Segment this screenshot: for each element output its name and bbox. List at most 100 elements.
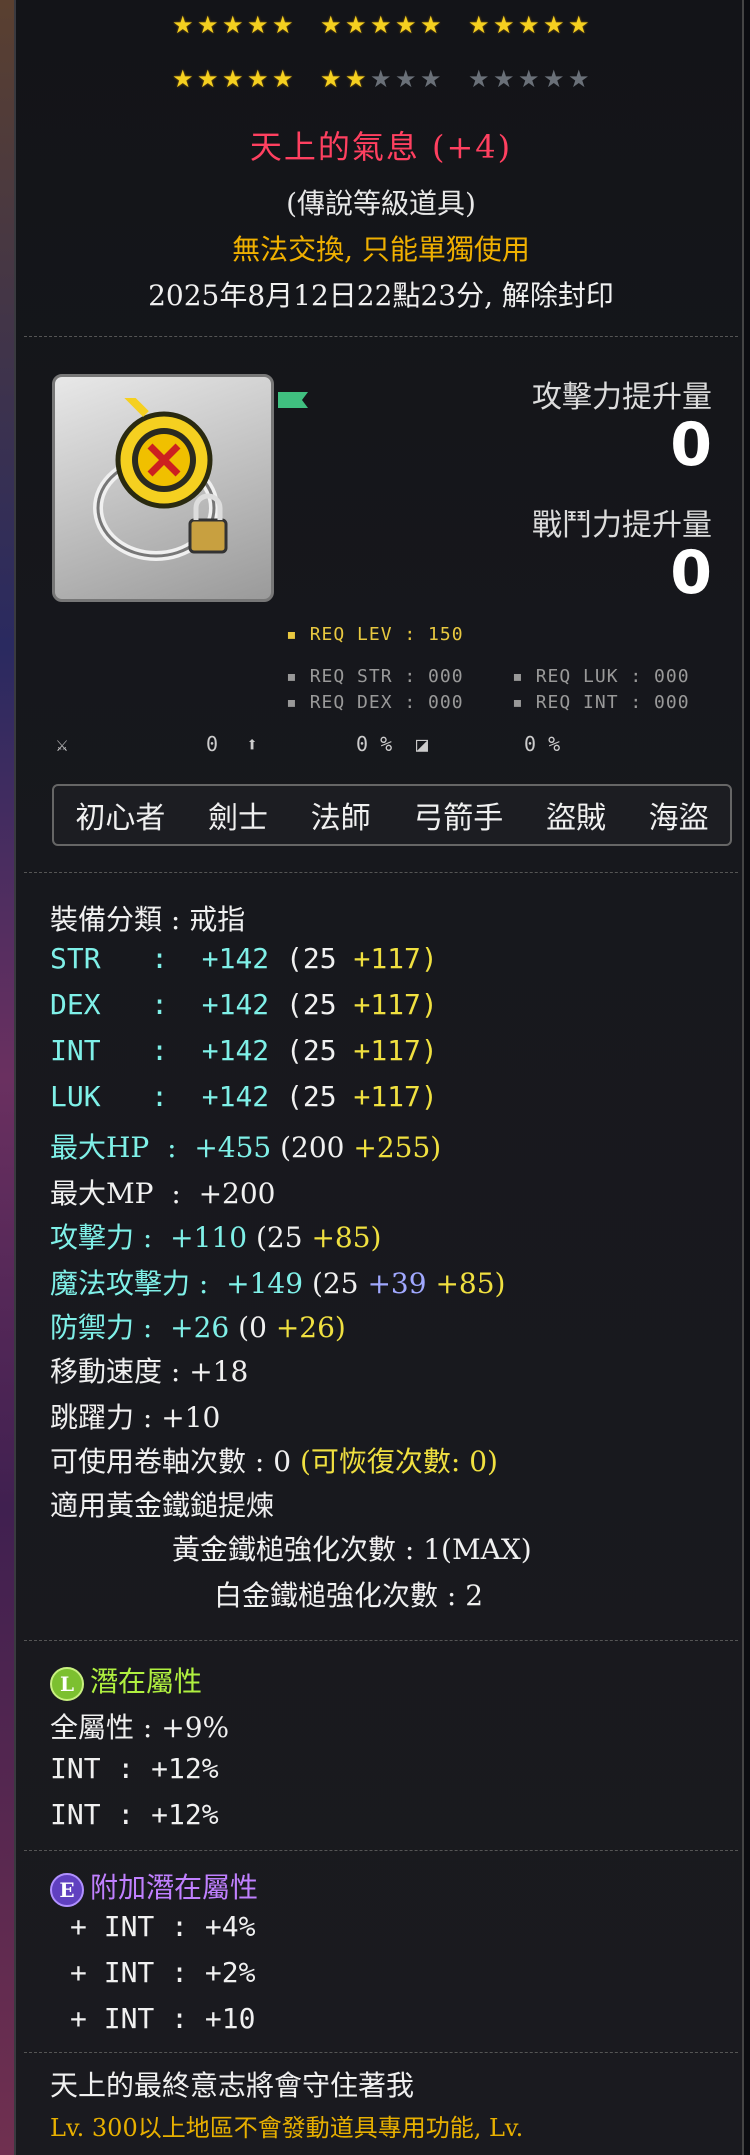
job-requirement-bar: 初心者 劍士 法師 弓箭手 盜賊 海盜 bbox=[52, 784, 732, 846]
star-empty-icon: ★ bbox=[518, 65, 542, 93]
stat-jump: 跳躍力 : +10 bbox=[50, 1401, 221, 1434]
stat-total: +142 bbox=[201, 988, 270, 1021]
unseal-date: 2025年8月12日22點23分, 解除封印 bbox=[148, 279, 614, 312]
stat-total: +200 bbox=[198, 1177, 276, 1210]
job-warrior: 劍士 bbox=[207, 801, 268, 836]
item-tooltip: ★ ★ ★ ★ ★ ★ ★ ★ ★ ★ ★ ★ ★ ★ ★ ★ ★ ★ ★ ★ ★ ★ ★ ★ ★ ★ ★ ★ ★ ★ 天上的氣息 (+… bbox=[14, 0, 744, 2155]
stat-label: 攻擊力 bbox=[50, 1221, 135, 1254]
stat-base: (25 bbox=[286, 988, 337, 1021]
stat-total: +142 bbox=[201, 942, 270, 975]
golden-hammer-count: 黃金鐵槌強化次數 : 1(MAX) bbox=[172, 1533, 532, 1566]
stat-bonus: +26) bbox=[275, 1311, 346, 1344]
star-filled-icon: ★ bbox=[272, 11, 296, 39]
star-empty-icon: ★ bbox=[568, 65, 592, 93]
stat-total: +26 bbox=[170, 1311, 230, 1344]
additional-line-1: + INT : +4% bbox=[70, 1910, 256, 1943]
potential-line-1: 全屬性 : +9% bbox=[50, 1711, 230, 1744]
star-filled-icon: ★ bbox=[320, 65, 344, 93]
potential-line-2: INT : +12% bbox=[50, 1752, 219, 1785]
stat-maxhp: 最大HP : +455 (200 +255) bbox=[50, 1131, 442, 1164]
stat-base: (25 bbox=[311, 1267, 359, 1300]
stat-maxmp: 最大MP : +200 bbox=[50, 1177, 276, 1210]
stat-label: 最大MP bbox=[50, 1177, 154, 1210]
star-filled-icon: ★ bbox=[222, 11, 246, 39]
stat-base: (0 bbox=[238, 1311, 267, 1344]
additional-line-2: + INT : +2% bbox=[70, 1956, 256, 1989]
star-filled-icon: ★ bbox=[395, 11, 419, 39]
upgrade-icon: ⬆ bbox=[246, 732, 259, 756]
star-filled-icon: ★ bbox=[247, 11, 271, 39]
stat-label: 魔法攻擊力 bbox=[50, 1267, 191, 1300]
scroll-slots-text: 可使用卷軸次數 : 0 bbox=[50, 1445, 300, 1478]
divider bbox=[24, 1640, 738, 1641]
req-level-text: REQ LEV : 150 bbox=[309, 624, 464, 645]
item-description: 天上的最終意志將會守住著我 bbox=[50, 2069, 415, 2102]
divider bbox=[24, 872, 738, 873]
additional-line-3: + INT : +10 bbox=[70, 2002, 256, 2035]
stat-str: STR : +142 (25 +117) bbox=[50, 942, 438, 975]
star-group: ★ ★ ★ ★ ★ bbox=[468, 65, 592, 93]
stat-bonus-enhance: +39 bbox=[367, 1267, 427, 1300]
stat-total: +142 bbox=[201, 1080, 270, 1113]
item-name: 天上的氣息 (+4) bbox=[249, 128, 513, 166]
legendary-potential-icon: L bbox=[50, 1666, 84, 1701]
req-dex-text: REQ DEX : 000 bbox=[309, 692, 464, 713]
star-empty-icon: ★ bbox=[493, 65, 517, 93]
stat-bonus: +85) bbox=[435, 1267, 506, 1300]
star-filled-icon: ★ bbox=[320, 11, 344, 39]
star-filled-icon: ★ bbox=[345, 11, 369, 39]
stat-value-3: 0 % bbox=[524, 732, 561, 756]
stat-bonus: +255) bbox=[353, 1131, 442, 1164]
item-description-note: Lv. 300以上地區不會發動道具專用功能, Lv. bbox=[50, 2114, 524, 2142]
star-force-row-1: ★ ★ ★ ★ ★ ★ ★ ★ ★ ★ ★ ★ ★ ★ ★ bbox=[16, 11, 746, 39]
stat-value-1: 0 bbox=[206, 732, 219, 756]
job-beginner: 初心者 bbox=[75, 801, 166, 836]
req-int: ▪ REQ INT : 000 bbox=[512, 692, 690, 713]
stat-luk: LUK : +142 (25 +117) bbox=[50, 1080, 438, 1113]
attack-increase-value: 0 bbox=[670, 410, 712, 480]
stat-label: INT bbox=[50, 1034, 101, 1067]
ignore-defense-icon: ◪ bbox=[416, 732, 429, 756]
potential-title: 潛在屬性 bbox=[90, 1665, 203, 1698]
stat-label: LUK bbox=[50, 1080, 101, 1113]
req-int-text: REQ INT : 000 bbox=[535, 692, 690, 713]
req-luk-text: REQ LUK : 000 bbox=[535, 666, 690, 687]
trade-restriction: 無法交換, 只能單獨使用 bbox=[232, 233, 530, 266]
star-filled-icon: ★ bbox=[370, 11, 394, 39]
star-filled-icon: ★ bbox=[468, 11, 492, 39]
stat-bonus: +85) bbox=[311, 1221, 382, 1254]
stat-label: 最大HP bbox=[50, 1131, 150, 1164]
stat-base: (25 bbox=[286, 942, 337, 975]
additional-potential-header: E 附加潛在屬性 bbox=[50, 1866, 258, 1907]
req-dex: ▪ REQ DEX : 000 bbox=[286, 692, 464, 713]
job-thief: 盜賊 bbox=[545, 801, 606, 836]
stat-bonus: +117) bbox=[353, 942, 438, 975]
platinum-hammer-count: 白金鐵槌強化次數 : 2 bbox=[214, 1579, 484, 1612]
star-force-row-2: ★ ★ ★ ★ ★ ★ ★ ★ ★ ★ ★ ★ ★ ★ ★ bbox=[16, 65, 746, 93]
star-filled-icon: ★ bbox=[345, 65, 369, 93]
ring-icon bbox=[93, 398, 228, 561]
req-str: ▪ REQ STR : 000 bbox=[286, 666, 464, 687]
stat-total: +455 bbox=[194, 1131, 272, 1164]
star-group: ★ ★ ★ ★ ★ bbox=[172, 11, 296, 39]
star-group: ★ ★ ★ ★ ★ bbox=[320, 11, 444, 39]
stat-total: +142 bbox=[201, 1034, 270, 1067]
star-group: ★ ★ ★ ★ ★ bbox=[172, 65, 296, 93]
star-empty-icon: ★ bbox=[543, 65, 567, 93]
star-filled-icon: ★ bbox=[197, 65, 221, 93]
job-magician: 法師 bbox=[310, 801, 371, 836]
stat-defense: 防禦力 : +26 (0 +26) bbox=[50, 1311, 346, 1344]
star-filled-icon: ★ bbox=[222, 65, 246, 93]
scroll-recover-text: (可恢復次數: 0) bbox=[299, 1445, 498, 1478]
star-filled-icon: ★ bbox=[272, 65, 296, 93]
item-grade: (傳說等級道具) bbox=[286, 187, 476, 220]
golden-hammer-title: 適用黃金鐵鎚提煉 bbox=[50, 1489, 275, 1522]
stat-base: (25 bbox=[286, 1080, 337, 1113]
star-filled-icon: ★ bbox=[420, 11, 444, 39]
star-filled-icon: ★ bbox=[568, 11, 592, 39]
star-group: ★ ★ ★ ★ ★ bbox=[320, 65, 442, 93]
divider bbox=[24, 1850, 738, 1851]
divider bbox=[24, 2052, 738, 2053]
req-level: ▪ REQ LEV : 150 bbox=[286, 624, 464, 645]
background-left-strip bbox=[0, 0, 14, 2155]
